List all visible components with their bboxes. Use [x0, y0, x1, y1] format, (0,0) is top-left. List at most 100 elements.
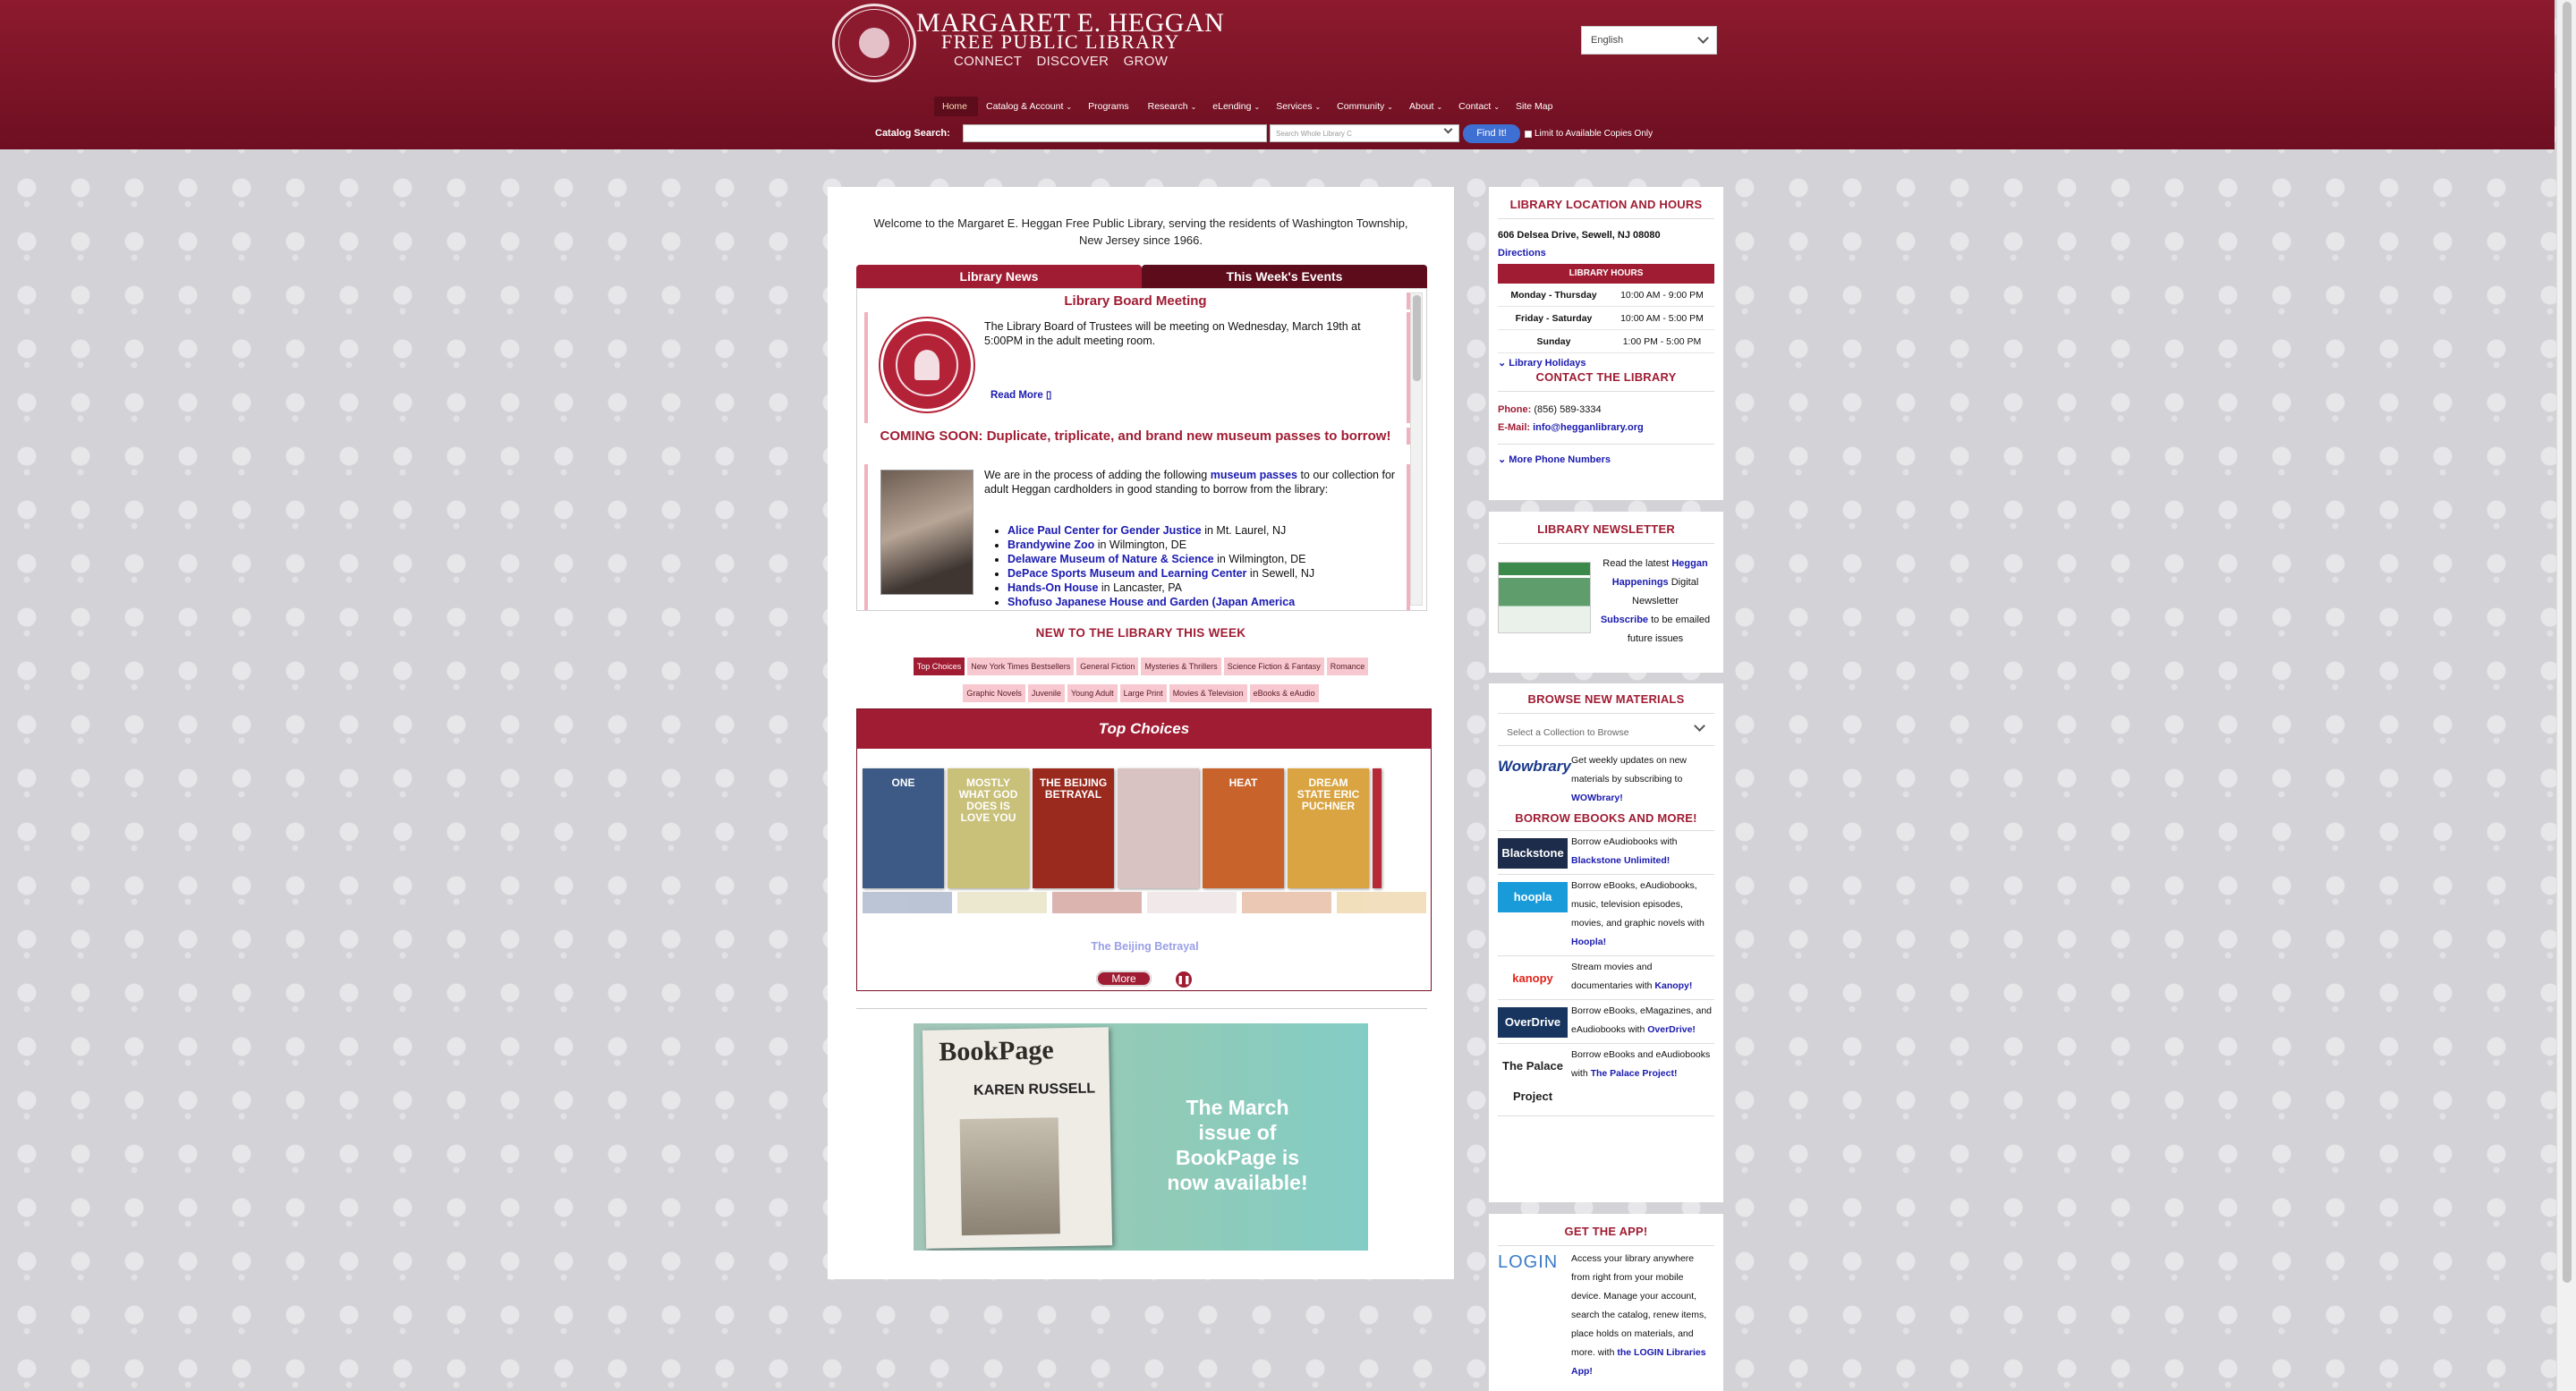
app-text: Access your library anywhere from right … [1571, 1253, 1707, 1377]
login-app-logo[interactable]: LOGIN [1498, 1253, 1568, 1272]
page-scrollbar[interactable] [2556, 0, 2576, 1391]
pause-icon[interactable]: ❚❚ [1176, 971, 1192, 988]
chip-young-adult[interactable]: Young Adult [1067, 684, 1118, 702]
museum-pass-list: Alice Paul Center for Gender Justice in … [1007, 523, 1314, 609]
book-cover[interactable]: THE BEIJING BETRAYAL [1033, 768, 1114, 888]
chevron-down-icon [1443, 124, 1453, 134]
resource-logo[interactable]: hoopla [1498, 882, 1568, 912]
nav-item-services[interactable]: Services ⌄ [1268, 97, 1329, 116]
resource-link[interactable]: OverDrive! [1647, 1024, 1696, 1035]
chevron-down-icon: ⌄ [1387, 103, 1393, 111]
more-button[interactable]: More [1096, 971, 1152, 987]
browse-heading: BROWSE NEW MATERIALS [1527, 692, 1685, 706]
subscribe-link[interactable]: Subscribe [1601, 615, 1648, 625]
book-cover[interactable]: HEAT [1203, 768, 1284, 888]
divider [1498, 218, 1714, 219]
pass-link[interactable]: Hands-On House [1007, 581, 1098, 594]
nav-item-about[interactable]: About ⌄ [1401, 97, 1450, 116]
book-cover[interactable] [1373, 768, 1382, 888]
hours-row: Sunday 1:00 PM - 5:00 PM [1498, 330, 1714, 353]
cover-strip: ONE MOSTLY WHAT GOD DOES IS LOVE YOU THE B… [863, 768, 1382, 888]
cover-reflection-tile [1242, 892, 1331, 913]
nav-item-programs[interactable]: Programs [1080, 97, 1140, 116]
chip-ebooks[interactable]: eBooks & eAudio [1249, 684, 1319, 702]
resource-text: Borrow eAudiobooks with Blackstone Unlim… [1571, 836, 1678, 866]
resource-link[interactable]: The Palace Project! [1591, 1068, 1678, 1079]
pass-link[interactable]: Alice Paul Center for Gender Justice [1007, 524, 1202, 537]
chip-nyt-bestsellers[interactable]: New York Times Bestsellers [967, 657, 1075, 675]
pass-link[interactable]: Shofuso Japanese House and Garden (Japan… [1007, 596, 1295, 608]
chip-general-fiction[interactable]: General Fiction [1076, 657, 1139, 675]
nav-item-catalog[interactable]: Catalog & Account ⌄ [978, 97, 1080, 116]
current-book-title[interactable]: The Beijing Betrayal [857, 940, 1433, 953]
directions-link[interactable]: Directions [1498, 248, 1714, 259]
chip-top-choices[interactable]: Top Choices [913, 657, 965, 675]
chip-movies-tv[interactable]: Movies & Television [1169, 684, 1247, 702]
resource-row: kanopy Stream movies and documentaries wi… [1498, 956, 1714, 1000]
list-item: Shofuso Japanese House and Garden (Japan… [1007, 595, 1314, 609]
book-cover[interactable]: ONE [863, 768, 944, 888]
chip-large-print[interactable]: Large Print [1119, 684, 1167, 702]
language-select[interactable]: English [1581, 26, 1717, 55]
email-link[interactable]: info@hegganlibrary.org [1533, 422, 1644, 433]
nav-item-home[interactable]: Home [934, 97, 979, 116]
resource-logo[interactable]: Blackstone [1498, 838, 1568, 869]
book-cover-title: DREAM STATE ERIC PUCHNER [1297, 776, 1360, 812]
read-more-link[interactable]: Read More ▯ [990, 388, 1051, 401]
wowbrary-link[interactable]: WOWbrary! [1571, 793, 1623, 803]
login-app-row: LOGIN Access your library anywhere from … [1498, 1250, 1714, 1381]
book-cover[interactable] [1118, 768, 1199, 888]
cover-reflection-tile [1052, 892, 1142, 913]
library-tagline: CONNECT DISCOVER GROW [954, 54, 1169, 69]
tab-weeks-events[interactable]: This Week's Events [1142, 265, 1427, 288]
address: 606 Delsea Drive, Sewell, NJ 08080 [1498, 230, 1661, 241]
library-seal-logo[interactable] [832, 4, 916, 82]
nav-item-elending[interactable]: eLending ⌄ [1204, 97, 1268, 116]
nav-item-site-map[interactable]: Site Map [1508, 97, 1563, 116]
article-title[interactable]: Library Board Meeting [864, 293, 1410, 310]
book-cover[interactable]: MOSTLY WHAT GOD DOES IS LOVE YOU [948, 768, 1029, 888]
find-it-button[interactable]: Find It! [1463, 124, 1520, 143]
bookpage-message: The March issue of BookPage is now avail… [1167, 1096, 1308, 1194]
museum-passes-link[interactable]: museum passes [1211, 469, 1297, 481]
tab-library-news[interactable]: Library News [856, 265, 1142, 288]
bookpage-banner[interactable]: BookPage KAREN RUSSELL The March issue o… [914, 1023, 1368, 1251]
nav-item-contact[interactable]: Contact ⌄ [1450, 97, 1508, 116]
library-holidays-link[interactable]: ⌄ Library Holidays [1498, 357, 1714, 369]
resource-logo[interactable]: kanopy [1498, 963, 1568, 994]
chip-graphic-novels[interactable]: Graphic Novels [963, 684, 1025, 702]
book-cover[interactable]: DREAM STATE ERIC PUCHNER [1288, 768, 1369, 888]
pass-link[interactable]: Delaware Museum of Nature & Science [1007, 553, 1214, 565]
nav-item-community[interactable]: Community ⌄ [1329, 97, 1401, 116]
pass-link[interactable]: DePace Sports Museum and Learning Center [1007, 567, 1246, 580]
resource-text: Borrow eBooks, eAudiobooks, music, telev… [1571, 880, 1705, 947]
article-museum-passes: We are in the process of adding the foll… [864, 464, 1410, 610]
chip-juvenile[interactable]: Juvenile [1027, 684, 1065, 702]
chip-romance[interactable]: Romance [1326, 657, 1369, 675]
search-scope-select[interactable]: Search Whole Library C [1270, 124, 1459, 142]
pass-link[interactable]: Brandywine Zoo [1007, 539, 1094, 551]
resource-text: Borrow eBooks and eAudiobooks with The P… [1571, 1049, 1711, 1079]
app-heading: GET THE APP! [1564, 1225, 1648, 1238]
resource-link[interactable]: Hoopla! [1571, 937, 1606, 947]
resource-link[interactable]: Blackstone Unlimited! [1571, 855, 1670, 866]
cover-reflection-tile [1337, 892, 1426, 913]
available-only-option[interactable]: Limit to Available Copies Only [1525, 129, 1653, 139]
resource-logo[interactable]: OverDrive [1498, 1007, 1568, 1038]
resource-logo[interactable]: The Palace Project [1498, 1051, 1568, 1112]
scrollbar-thumb[interactable] [2563, 2, 2572, 1283]
article-title[interactable]: COMING SOON: Duplicate, triplicate, and … [864, 428, 1410, 445]
wowbrary-logo[interactable]: Wowbrary [1498, 757, 1571, 776]
resource-link[interactable]: Kanopy! [1654, 980, 1692, 991]
news-scrollbar[interactable] [1410, 293, 1423, 606]
more-phone-numbers-link[interactable]: ⌄ More Phone Numbers [1498, 454, 1714, 465]
scrollbar-thumb[interactable] [1413, 295, 1421, 381]
available-only-checkbox[interactable] [1525, 130, 1532, 138]
newsletter-thumbnail[interactable] [1498, 562, 1591, 633]
chip-mysteries[interactable]: Mysteries & Thrillers [1141, 657, 1221, 675]
catalog-search-input[interactable] [963, 124, 1267, 142]
chip-scifi[interactable]: Science Fiction & Fantasy [1223, 657, 1324, 675]
list-item: Delaware Museum of Nature & Science in W… [1007, 552, 1314, 566]
nav-item-research[interactable]: Research ⌄ [1140, 97, 1205, 116]
browse-collection-select[interactable]: Select a Collection to Browse [1498, 719, 1714, 746]
